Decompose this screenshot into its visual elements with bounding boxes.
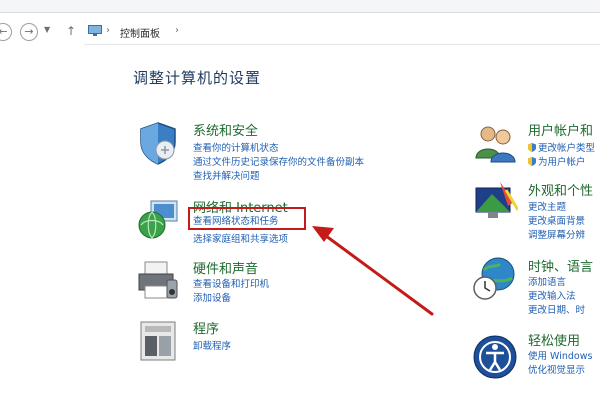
category-title[interactable]: 程序: [193, 318, 219, 337]
shield-icon[interactable]: [135, 120, 181, 166]
category-link[interactable]: 查看你的计算机状态: [193, 140, 279, 154]
breadcrumb-control-panel[interactable]: 控制面板: [120, 25, 160, 40]
control-panel-icon: [88, 25, 102, 36]
category-link[interactable]: 查看设备和打印机: [193, 276, 269, 290]
uac-shield-icon: [528, 143, 536, 152]
chevron-down-icon[interactable]: ▼: [44, 25, 50, 34]
category-title[interactable]: 外观和个性: [528, 180, 593, 199]
address-bar: ← → ▼ ↑ › 控制面板 ›: [0, 19, 600, 45]
category-link[interactable]: 选择家庭组和共享选项: [193, 231, 288, 245]
category-link[interactable]: 更改主题: [528, 199, 566, 213]
page-title: 调整计算机的设置: [133, 69, 262, 87]
appearance-icon[interactable]: [472, 180, 518, 226]
category-link[interactable]: 卸载程序: [193, 338, 231, 352]
clock-globe-icon[interactable]: [472, 256, 518, 302]
category-title[interactable]: 时钟、语言: [528, 256, 593, 275]
category-link-text: 为用户帐户: [538, 157, 586, 168]
address-bar-divider: [84, 44, 600, 45]
users-icon[interactable]: [472, 120, 518, 166]
category-link[interactable]: 更改帐户类型: [528, 140, 595, 154]
breadcrumb-separator-icon: ›: [106, 25, 110, 36]
category-title[interactable]: 用户帐户和: [528, 120, 593, 139]
window-titlebar: [0, 0, 600, 13]
arrow-head: [312, 226, 334, 242]
up-arrow-icon[interactable]: ↑: [66, 24, 76, 38]
breadcrumb-chevron-icon[interactable]: ›: [175, 25, 179, 36]
category-link[interactable]: 为用户帐户: [528, 154, 586, 168]
category-link[interactable]: 添加语言: [528, 274, 566, 288]
category-link[interactable]: 更改输入法: [528, 288, 576, 302]
highlight-box: [188, 207, 306, 230]
category-link[interactable]: 使用 Windows: [528, 348, 592, 362]
category-link[interactable]: 调整屏幕分辨: [528, 227, 585, 241]
category-title[interactable]: 硬件和声音: [193, 258, 258, 277]
category-link[interactable]: 优化视觉显示: [528, 362, 585, 376]
category-link[interactable]: 更改桌面背景: [528, 213, 585, 227]
category-link-text: 更改帐户类型: [538, 143, 596, 154]
ease-of-access-icon[interactable]: [472, 334, 518, 380]
uac-shield-icon: [528, 157, 536, 166]
category-link[interactable]: 通过文件历史记录保存你的文件备份副本: [193, 154, 364, 168]
category-title[interactable]: 轻松使用: [528, 330, 580, 349]
category-link[interactable]: 查找并解决问题: [193, 168, 260, 182]
forward-arrow-icon[interactable]: →: [20, 23, 38, 41]
category-link[interactable]: 更改日期、时: [528, 302, 585, 316]
category-link[interactable]: 添加设备: [193, 290, 231, 304]
programs-icon[interactable]: [135, 318, 181, 364]
arrow-shaft: [320, 231, 434, 316]
back-arrow-icon[interactable]: ←: [0, 23, 12, 41]
category-title[interactable]: 系统和安全: [193, 120, 258, 139]
network-globe-icon[interactable]: [135, 197, 181, 243]
printer-icon[interactable]: [135, 258, 181, 304]
